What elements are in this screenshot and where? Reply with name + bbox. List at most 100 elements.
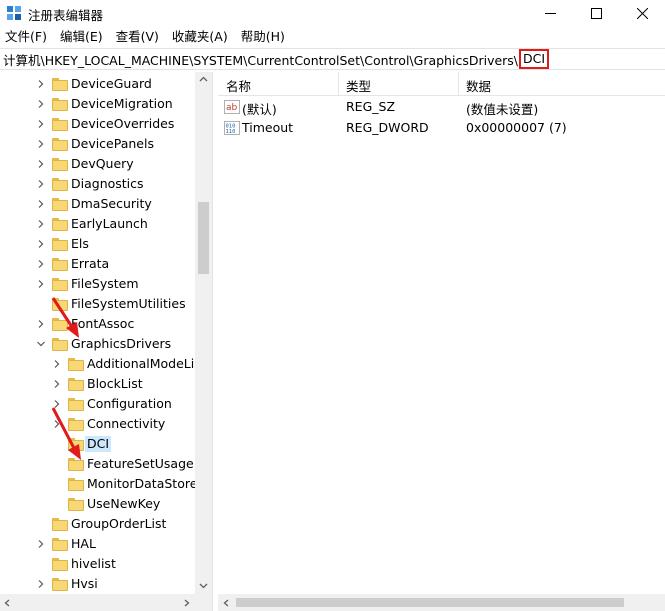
address-bar[interactable]: 计算机\HKEY_LOCAL_MACHINE\SYSTEM\CurrentCon…	[0, 48, 665, 70]
tree-item[interactable]: Els	[0, 234, 195, 254]
tree-item[interactable]: Configuration	[0, 394, 195, 414]
tree-item[interactable]: GroupOrderList	[0, 514, 195, 534]
list-row[interactable]: 010 110 Timeout REG_DWORD 0x00000007 (7)	[218, 118, 665, 138]
tree-item[interactable]: DeviceGuard	[0, 74, 195, 94]
chevron-right-icon[interactable]	[36, 539, 46, 549]
folder-icon	[68, 458, 84, 471]
chevron-right-icon[interactable]	[52, 359, 62, 369]
folder-icon	[68, 438, 84, 451]
scroll-down-icon[interactable]	[199, 583, 208, 589]
tree-scroll-thumb[interactable]	[198, 202, 209, 274]
chevron-right-icon[interactable]	[52, 399, 62, 409]
minimize-button[interactable]	[527, 0, 573, 26]
column-header-name[interactable]: 名称	[226, 76, 251, 95]
folder-icon	[68, 418, 84, 431]
close-button[interactable]	[619, 0, 665, 26]
tree-horizontal-scrollbar[interactable]	[0, 594, 212, 611]
minimize-icon	[544, 12, 556, 14]
tree-item[interactable]: EarlyLaunch	[0, 214, 195, 234]
tree-item[interactable]: AdditionalModeLists	[0, 354, 212, 374]
tree-item[interactable]: Errata	[0, 254, 195, 274]
chevron-right-icon[interactable]	[36, 199, 46, 209]
tree-item[interactable]: DCI	[0, 434, 195, 454]
scroll-left-icon[interactable]	[4, 599, 10, 607]
registry-tree: DeviceGuard DeviceMigration DeviceOverride…	[0, 72, 212, 611]
folder-icon	[68, 498, 84, 511]
folder-icon	[68, 398, 84, 411]
menu-view[interactable]: 查看(V)	[111, 27, 163, 47]
tree-item[interactable]: Hvsi	[0, 574, 195, 594]
menu-file[interactable]: 文件(F)	[0, 27, 51, 47]
chevron-right-icon[interactable]	[36, 579, 46, 589]
tree-item[interactable]: MonitorDataStore	[0, 474, 197, 494]
tree-item[interactable]: DeviceOverrides	[0, 114, 195, 134]
chevron-right-icon[interactable]	[52, 379, 62, 389]
tree-item[interactable]: Connectivity	[0, 414, 195, 434]
chevron-right-icon[interactable]	[36, 179, 46, 189]
tree-item[interactable]: FontAssoc	[0, 314, 195, 334]
scrollbar-corner	[195, 594, 212, 611]
chevron-right-icon[interactable]	[36, 219, 46, 229]
tree-item[interactable]: Diagnostics	[0, 174, 195, 194]
tree-item[interactable]: DevQuery	[0, 154, 195, 174]
tree-item-label: DeviceMigration	[71, 96, 173, 111]
tree-item-label: Configuration	[87, 396, 172, 411]
chevron-right-icon[interactable]	[36, 139, 46, 149]
list-row[interactable]: ab (默认) REG_SZ (数值未设置)	[218, 97, 665, 117]
folder-icon	[68, 358, 84, 371]
menu-help[interactable]: 帮助(H)	[236, 27, 289, 47]
folder-icon	[68, 478, 84, 491]
tree-item[interactable]: FileSystem	[0, 274, 195, 294]
tree-item-label: Diagnostics	[71, 176, 144, 191]
scroll-right-icon[interactable]	[184, 599, 190, 607]
tree-item[interactable]: DeviceMigration	[0, 94, 195, 114]
folder-icon	[52, 558, 68, 571]
tree-item[interactable]: DmaSecurity	[0, 194, 195, 214]
tree-item[interactable]: GraphicsDrivers	[0, 334, 195, 354]
tree-item[interactable]: UseNewKey	[0, 494, 195, 514]
value-type: REG_DWORD	[346, 120, 429, 135]
column-divider[interactable]	[458, 72, 459, 96]
tree-item[interactable]: FeatureSetUsage	[0, 454, 195, 474]
chevron-right-icon[interactable]	[36, 239, 46, 249]
chevron-right-icon[interactable]	[36, 319, 46, 329]
column-header-data[interactable]: 数据	[466, 76, 491, 95]
column-divider[interactable]	[338, 72, 339, 96]
column-header-type[interactable]: 类型	[346, 76, 371, 95]
tree-vertical-scrollbar[interactable]	[195, 72, 212, 594]
chevron-down-icon[interactable]	[36, 339, 46, 349]
folder-icon	[52, 298, 68, 311]
tree-item-label: hivelist	[71, 556, 116, 571]
tree-item[interactable]: DevicePanels	[0, 134, 195, 154]
list-header: 名称 类型 数据	[218, 72, 665, 96]
list-scroll-thumb[interactable]	[236, 598, 624, 607]
string-value-icon: ab	[224, 100, 240, 114]
tree-item[interactable]: BlockList	[0, 374, 195, 394]
maximize-button[interactable]	[573, 0, 619, 26]
chevron-right-icon[interactable]	[36, 79, 46, 89]
value-name: Timeout	[242, 120, 294, 135]
tree-item-label: BlockList	[87, 376, 143, 391]
menu-favorites[interactable]: 收藏夹(A)	[167, 27, 232, 47]
chevron-right-icon[interactable]	[36, 279, 46, 289]
tree-item-label: DevQuery	[71, 156, 134, 171]
folder-icon	[52, 198, 68, 211]
tree-item-label: Els	[71, 236, 89, 251]
chevron-right-icon[interactable]	[52, 419, 62, 429]
menu-bar: 文件(F) 编辑(E) 查看(V) 收藏夹(A) 帮助(H)	[0, 27, 665, 47]
maximize-icon	[590, 7, 602, 19]
tree-item[interactable]: hivelist	[0, 554, 195, 574]
chevron-right-icon[interactable]	[36, 259, 46, 269]
chevron-right-icon[interactable]	[36, 99, 46, 109]
scroll-up-icon[interactable]	[199, 76, 208, 82]
tree-item[interactable]: HAL	[0, 534, 195, 554]
tree-item[interactable]: FileSystemUtilities	[0, 294, 195, 314]
list-horizontal-scrollbar[interactable]	[218, 594, 665, 611]
chevron-right-icon[interactable]	[36, 159, 46, 169]
menu-edit[interactable]: 编辑(E)	[55, 27, 107, 47]
scroll-left-icon[interactable]	[223, 599, 229, 607]
folder-icon	[52, 258, 68, 271]
folder-icon	[52, 118, 68, 131]
tree-item-label: HAL	[71, 536, 96, 551]
chevron-right-icon[interactable]	[36, 119, 46, 129]
